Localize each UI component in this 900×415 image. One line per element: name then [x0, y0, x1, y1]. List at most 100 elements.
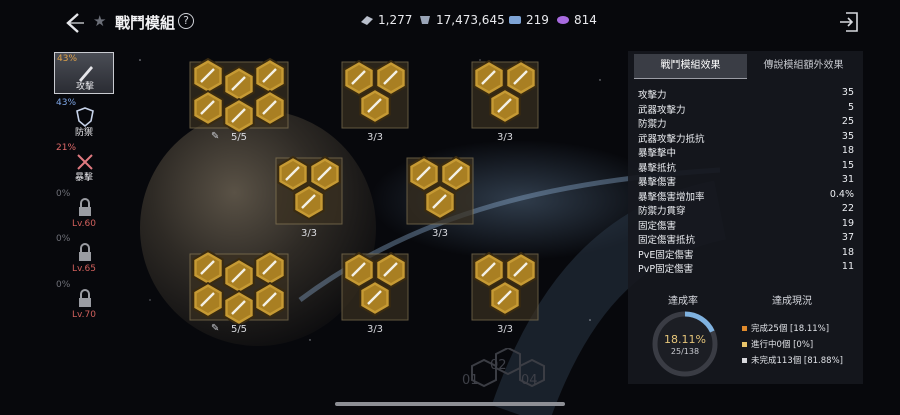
module-slot[interactable]	[223, 65, 255, 103]
pin-icon: ✎	[211, 131, 220, 142]
cluster-progress-label: 3/3	[496, 132, 514, 143]
category-critical[interactable]: 21% 暴擊	[54, 142, 114, 184]
stat-value: 37	[841, 232, 854, 243]
stat-name: 攻擊力	[638, 90, 667, 101]
stat-row: PvE固定傷害 18	[638, 247, 854, 262]
category-attack[interactable]: 43% 攻擊	[54, 52, 114, 94]
currency-value: 17,473,645	[436, 13, 505, 27]
module-slot[interactable]	[359, 87, 391, 125]
module-cluster[interactable]	[336, 244, 414, 324]
scrollbar[interactable]	[335, 402, 565, 406]
stat-name: 武器攻擊力抵抗	[638, 133, 705, 145]
help-icon[interactable]: ?	[178, 13, 194, 29]
category-defense[interactable]: 43% 防禦	[54, 97, 114, 139]
category-label: 暴擊	[74, 173, 93, 183]
module-cluster[interactable]	[466, 244, 544, 324]
module-cluster[interactable]	[336, 52, 414, 132]
stat-row: 暴擊抵抗 15	[638, 160, 854, 175]
module-slot[interactable]	[408, 155, 440, 193]
lock-icon	[79, 198, 91, 216]
module-slot[interactable]	[254, 281, 286, 319]
category-locked-60[interactable]: 0% Lv.60	[54, 188, 114, 230]
cluster-progress-label: 3/3	[366, 132, 384, 143]
category-locked-70[interactable]: 0% Lv.70	[54, 279, 114, 321]
tab-legend-effects[interactable]: 傳說模組額外效果	[747, 54, 860, 78]
category-percent: 21%	[56, 143, 77, 153]
cluster-progress-label: 3/3	[431, 228, 449, 239]
module-slot[interactable]	[473, 251, 505, 289]
module-slot[interactable]	[375, 59, 407, 97]
legend-complete: 完成25個 [18.11%]	[742, 322, 829, 334]
module-slot[interactable]	[192, 281, 224, 319]
module-slot[interactable]	[489, 279, 521, 317]
stat-row: 固定傷害 19	[638, 218, 854, 233]
stat-row: 暴擊擊中 18	[638, 145, 854, 160]
category-percent: 43%	[57, 54, 78, 64]
gem-icon	[420, 16, 430, 24]
module-slot[interactable]	[489, 87, 521, 125]
module-slot[interactable]	[192, 57, 224, 95]
module-slot[interactable]	[343, 59, 375, 97]
purple-token-icon	[557, 16, 569, 24]
stat-row: 防禦力 25	[638, 116, 854, 131]
module-cluster[interactable]	[270, 148, 348, 228]
stat-value: 35	[841, 130, 854, 142]
module-slot[interactable]	[223, 97, 255, 132]
stat-name: PvP固定傷害	[638, 264, 694, 275]
module-slot[interactable]	[309, 155, 341, 193]
legend-text: 完成25個 [18.11%]	[751, 324, 830, 334]
module-slot[interactable]	[223, 257, 255, 295]
exit-icon[interactable]	[838, 10, 860, 34]
stat-name: 固定傷害	[638, 220, 677, 232]
module-slot[interactable]	[505, 59, 537, 97]
module-slot[interactable]	[359, 279, 391, 317]
module-slot[interactable]	[424, 183, 456, 221]
module-cluster[interactable]	[184, 52, 294, 132]
cluster-progress-label: 3/3	[496, 324, 514, 335]
legend-swatch	[742, 357, 747, 363]
stat-name: 防禦力	[638, 119, 667, 130]
module-slot[interactable]	[343, 251, 375, 289]
stat-row: 暴擊傷害 31	[638, 174, 854, 189]
module-slot[interactable]	[277, 155, 309, 193]
cluster-progress-label: 3/3	[300, 228, 318, 239]
module-slot[interactable]	[473, 59, 505, 97]
module-slot[interactable]	[192, 89, 224, 127]
stat-row: 暴擊傷害增加率 0.4%	[638, 189, 854, 204]
category-label: Lv.60	[72, 219, 96, 229]
module-slot[interactable]	[375, 251, 407, 289]
module-cluster[interactable]	[466, 52, 544, 132]
module-cluster[interactable]	[401, 148, 479, 228]
module-slot[interactable]	[440, 155, 472, 193]
module-slot[interactable]	[505, 251, 537, 289]
back-arrow-icon[interactable]	[62, 11, 86, 35]
legend-swatch	[742, 325, 747, 331]
locked-slot-label: 04	[521, 373, 538, 388]
stat-value: 31	[841, 174, 854, 185]
top-bar: ★ 戰鬥模組 ? 1,277 17,473,645 219 814	[0, 0, 900, 44]
module-slot[interactable]	[254, 57, 286, 95]
stat-value: 0.4%	[829, 188, 854, 200]
progress-count: 25/138	[670, 347, 700, 356]
stat-value: 18	[841, 145, 854, 156]
module-cluster[interactable]	[184, 244, 294, 324]
module-slot[interactable]	[254, 89, 286, 127]
status-title: 達成現況	[772, 296, 812, 307]
stat-row: 固定傷害抵抗 37	[638, 232, 854, 247]
stat-name: 固定傷害抵抗	[638, 235, 696, 246]
pin-icon: ✎	[211, 323, 220, 334]
star-icon[interactable]: ★	[93, 12, 106, 30]
module-slot[interactable]	[192, 249, 224, 287]
module-slot[interactable]	[254, 249, 286, 287]
category-percent: 0%	[56, 280, 71, 290]
module-slot[interactable]	[293, 183, 325, 221]
page-title: 戰鬥模組	[115, 14, 176, 32]
module-slot[interactable]	[223, 289, 255, 324]
legend-swatch	[742, 341, 747, 347]
currency-gem: 17,473,645	[418, 13, 505, 27]
tab-module-effects[interactable]: 戰鬥模組效果	[634, 54, 747, 79]
stat-row: PvP固定傷害 11	[638, 261, 854, 276]
category-locked-65[interactable]: 0% Lv.65	[54, 233, 114, 275]
category-label: 防禦	[74, 128, 93, 138]
stat-name: 暴擊抵抗	[638, 162, 677, 174]
